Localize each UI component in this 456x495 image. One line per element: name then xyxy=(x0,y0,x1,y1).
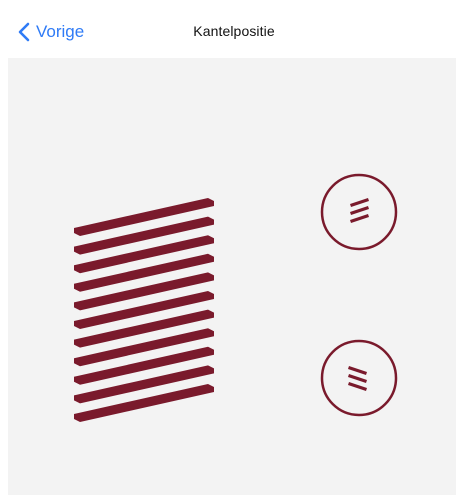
blind-slat xyxy=(74,365,214,404)
blind-slat xyxy=(74,216,214,255)
blind-illustration-icon xyxy=(74,198,214,422)
blind-slat xyxy=(74,291,214,329)
blind-slat xyxy=(74,235,214,274)
blind-slat xyxy=(74,384,214,422)
tilt-up-icon xyxy=(320,173,398,251)
blind-slat xyxy=(74,253,214,292)
blind-slat xyxy=(74,309,214,348)
blind-slat xyxy=(74,272,214,311)
tilt-panel xyxy=(8,58,456,495)
tilt-down-button[interactable] xyxy=(320,339,398,417)
tilt-up-button[interactable] xyxy=(320,173,398,251)
navigation-bar: Vorige Kantelpositie xyxy=(0,0,456,58)
blind-slat xyxy=(74,198,214,236)
tilt-down-icon xyxy=(320,339,398,417)
blind-slat xyxy=(74,346,214,385)
blind-slat xyxy=(74,328,214,367)
page-title: Kantelpositie xyxy=(193,23,275,39)
